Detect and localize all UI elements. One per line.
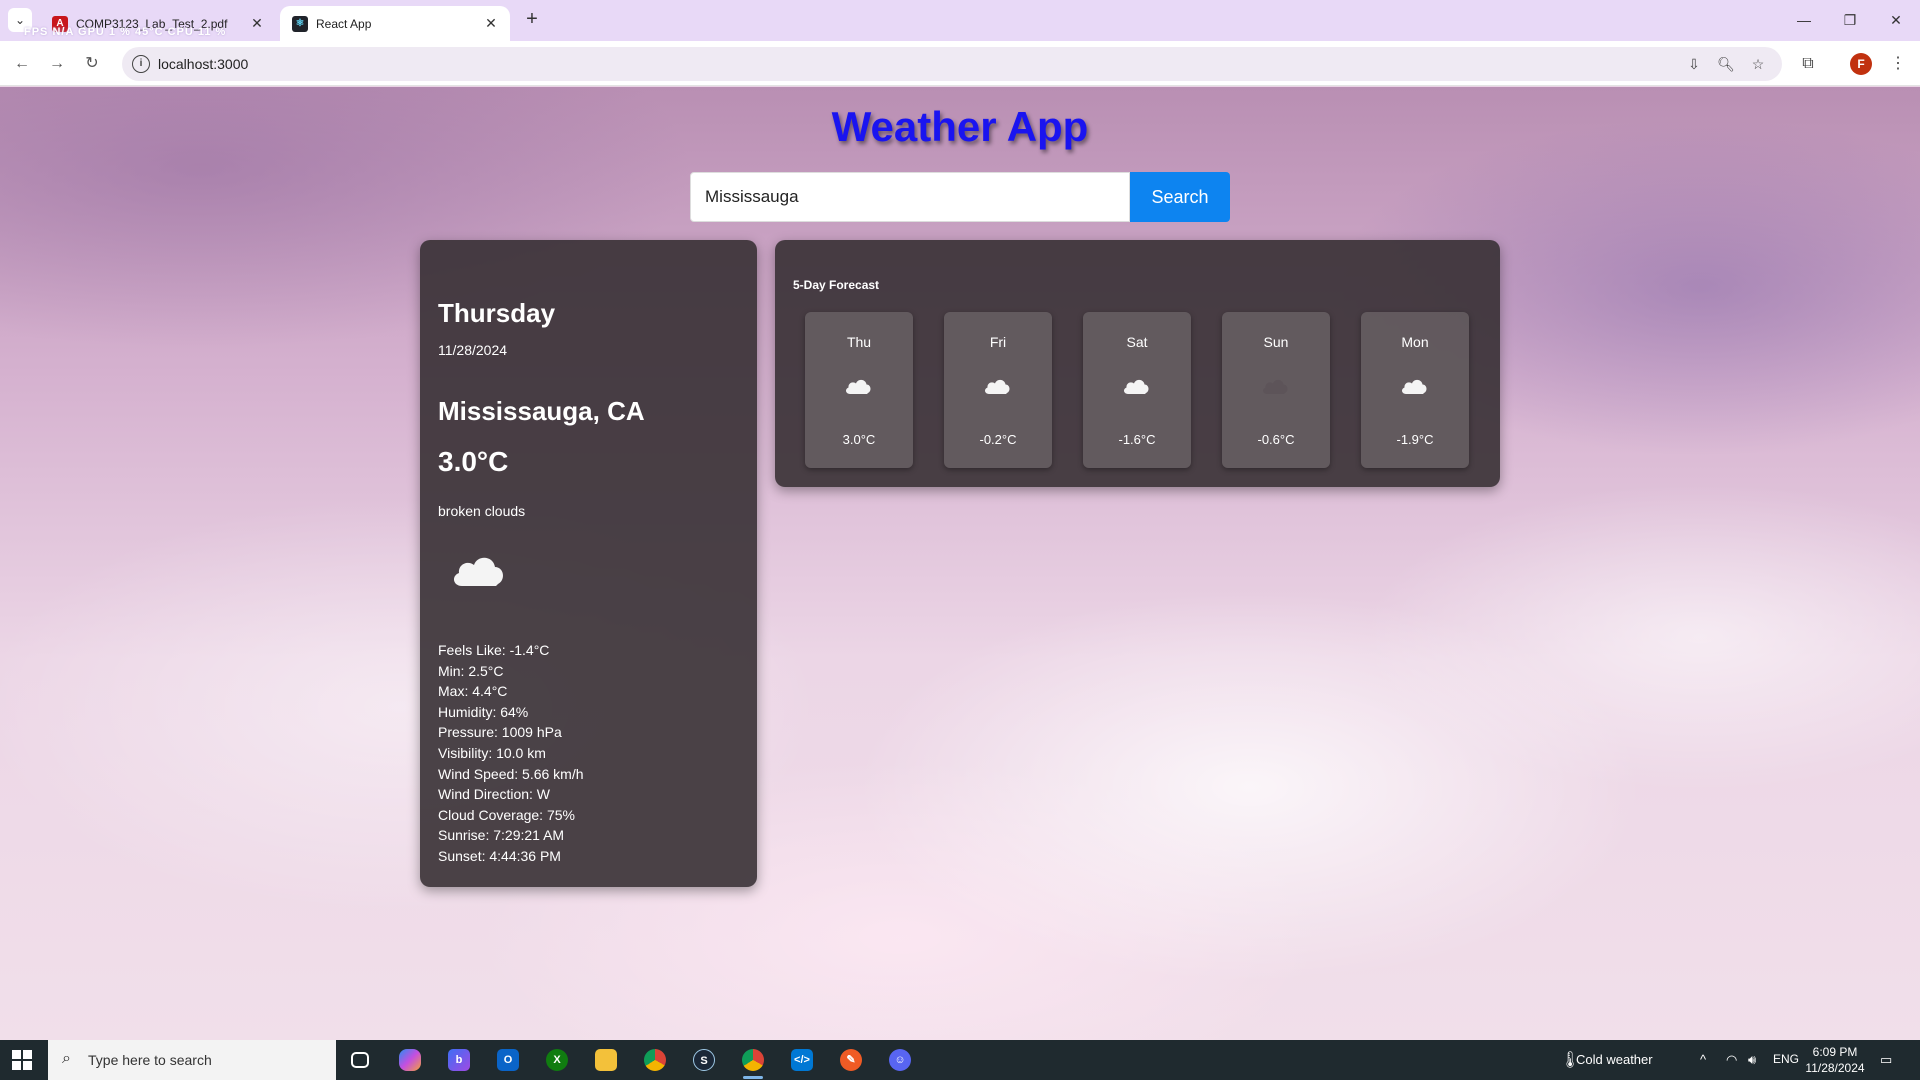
notifications-icon[interactable]: ▭ xyxy=(1880,1052,1892,1068)
forecast-day-mon: Mon -1.9°C xyxy=(1361,312,1469,468)
outlook-icon[interactable]: O xyxy=(488,1044,528,1076)
performance-overlay: FPS N/A GPU 1 % 45°C CPU 11 % xyxy=(24,26,227,38)
current-temperature: 3.0°C xyxy=(438,446,509,477)
humidity: Humidity: 64% xyxy=(438,703,529,720)
forecast-card: 5-Day Forecast Thu 3.0°C Fri -0.2°C Sat … xyxy=(775,240,1500,487)
chrome-profile-icon[interactable] xyxy=(733,1044,773,1079)
install-app-icon[interactable]: ⇩ xyxy=(1684,56,1704,74)
copilot-icon[interactable] xyxy=(390,1044,430,1076)
sunrise: Sunrise: 7:29:21 AM xyxy=(438,827,565,844)
forecast-day-name: Sun xyxy=(1263,334,1289,350)
volume-icon[interactable]: 🔊︎ xyxy=(1748,1052,1756,1068)
current-day: Thursday xyxy=(438,298,556,328)
forecast-temp: 3.0°C xyxy=(842,432,876,447)
forecast-temp: -1.6°C xyxy=(1118,432,1156,447)
weather-details-list: Feels Like: -1.4°C Min: 2.5°C Max: 4.4°C… xyxy=(438,640,584,867)
discord-icon[interactable]: ☺ xyxy=(880,1044,920,1076)
xbox-icon[interactable]: X xyxy=(537,1044,577,1076)
city-search-input[interactable] xyxy=(690,172,1130,222)
forecast-temp: -1.9°C xyxy=(1396,432,1434,447)
taskbar-search-box[interactable]: ⌕ Type here to search xyxy=(48,1040,336,1080)
wind-speed: Wind Speed: 5.66 km/h xyxy=(438,765,584,782)
wind-direction: Wind Direction: W xyxy=(438,786,551,803)
weather-description: broken clouds xyxy=(438,503,526,519)
new-tab-icon[interactable]: + xyxy=(520,8,544,32)
sunset: Sunset: 4:44:36 PM xyxy=(438,847,561,864)
browser-tab-bar: ⌄ A COMP3123_Lab_Test_2.pdf ✕ ⚛ React Ap… xyxy=(0,0,1920,41)
bing-icon[interactable]: b xyxy=(439,1044,479,1076)
menu-dots-icon[interactable]: ⋮ xyxy=(1886,52,1910,76)
close-tab-icon[interactable]: ✕ xyxy=(482,14,500,32)
file-explorer-icon[interactable] xyxy=(586,1044,626,1076)
site-info-icon[interactable]: i xyxy=(132,55,150,73)
weather-widget[interactable]: Cold weather xyxy=(1576,1052,1653,1067)
forecast-day-fri: Fri -0.2°C xyxy=(944,312,1052,468)
dark-cloud-icon xyxy=(1260,376,1290,401)
tab-title: React App xyxy=(316,16,372,31)
tab-react-app[interactable]: ⚛ React App ✕ xyxy=(280,6,510,41)
clock[interactable]: 6:09 PM 11/28/2024 xyxy=(1800,1044,1870,1076)
app-title: Weather App xyxy=(831,103,1089,150)
cloud-icon xyxy=(448,550,508,595)
address-bar[interactable]: i localhost:3000 ⇩ 🔍︎ ☆ xyxy=(122,47,1782,81)
steam-icon[interactable]: S xyxy=(684,1044,724,1076)
search-button[interactable]: Search xyxy=(1130,172,1230,222)
clock-date: 11/28/2024 xyxy=(1805,1061,1865,1075)
forward-icon[interactable]: → xyxy=(45,52,69,76)
page-viewport: Weather App Search Thursday 11/28/2024 M… xyxy=(0,87,1920,1040)
forecast-day-sat: Sat -1.6°C xyxy=(1083,312,1191,468)
visibility: Visibility: 10.0 km xyxy=(438,744,546,761)
chrome-icon[interactable] xyxy=(635,1044,675,1076)
cloud-icon xyxy=(1121,376,1151,401)
cloud-coverage: Cloud Coverage: 75% xyxy=(438,806,575,823)
forecast-title: 5-Day Forecast xyxy=(793,278,880,292)
city-name: Mississauga, CA xyxy=(438,396,645,426)
close-tab-icon[interactable]: ✕ xyxy=(248,14,266,32)
postman-icon[interactable]: ✎ xyxy=(831,1044,871,1076)
forecast-day-name: Fri xyxy=(989,334,1007,350)
min-temp: Min: 2.5°C xyxy=(438,662,504,679)
close-window-icon[interactable]: ✕ xyxy=(1876,8,1916,32)
browser-toolbar: ← → ↻ i localhost:3000 ⇩ 🔍︎ ☆ ⧉ F ⋮ xyxy=(0,41,1920,86)
cloud-icon xyxy=(982,376,1012,401)
url-text[interactable]: localhost:3000 xyxy=(158,56,248,72)
current-date: 11/28/2024 xyxy=(438,342,508,358)
current-weather-card: Thursday 11/28/2024 Mississauga, CA 3.0°… xyxy=(420,240,757,887)
max-temp: Max: 4.4°C xyxy=(438,683,508,700)
forecast-day-sun: Sun -0.6°C xyxy=(1222,312,1330,468)
chevron-up-icon[interactable]: ^ xyxy=(1700,1052,1706,1067)
vscode-icon[interactable]: </> xyxy=(782,1044,822,1076)
react-icon: ⚛ xyxy=(292,15,308,32)
taskbar-search-placeholder: Type here to search xyxy=(88,1052,212,1068)
task-view-icon[interactable] xyxy=(340,1044,380,1076)
forecast-temp: -0.6°C xyxy=(1257,432,1295,447)
minimize-icon[interactable]: — xyxy=(1784,8,1824,32)
reload-icon[interactable]: ↻ xyxy=(80,52,104,76)
wifi-icon[interactable]: ◠ xyxy=(1726,1052,1737,1068)
cloud-icon xyxy=(843,376,873,401)
feels-like: Feels Like: -1.4°C xyxy=(438,642,550,658)
cloud-icon xyxy=(1399,376,1429,401)
pressure: Pressure: 1009 hPa xyxy=(438,724,562,741)
extensions-icon[interactable]: ⧉ xyxy=(1796,52,1820,76)
language-indicator[interactable]: ENG xyxy=(1773,1052,1799,1066)
clock-time: 6:09 PM xyxy=(1812,1045,1858,1059)
forecast-day-name: Thu xyxy=(846,334,872,350)
forecast-day-name: Mon xyxy=(1401,334,1429,350)
bookmark-star-icon[interactable]: ☆ xyxy=(1748,56,1768,74)
zoom-icon[interactable]: 🔍︎ xyxy=(1716,56,1736,74)
taskbar: ⌕ Type here to search b O X S </> ✎ ☺ 🌡︎… xyxy=(0,1040,1920,1080)
back-icon[interactable]: ← xyxy=(10,52,34,76)
windows-start-icon[interactable] xyxy=(12,1050,32,1070)
restore-icon[interactable]: ❐ xyxy=(1830,8,1870,32)
profile-avatar[interactable]: F xyxy=(1850,53,1872,75)
forecast-temp: -0.2°C xyxy=(979,432,1017,447)
search-icon: ⌕ xyxy=(62,1050,71,1067)
forecast-day-name: Sat xyxy=(1126,334,1148,350)
forecast-day-thu: Thu 3.0°C xyxy=(805,312,913,468)
